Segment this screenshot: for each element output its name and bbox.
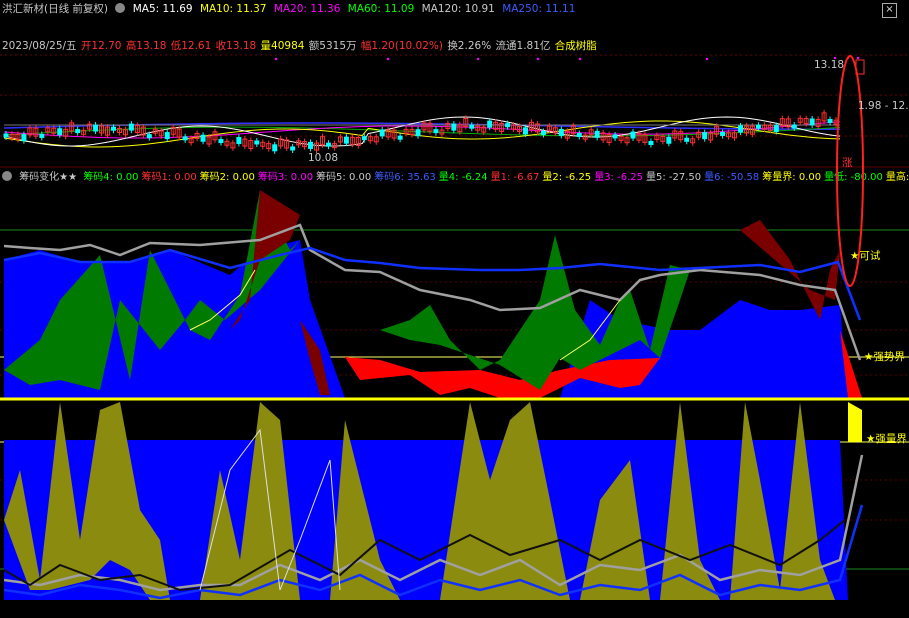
candle-body	[21, 134, 27, 142]
price-right-label: 1.98 - 12.	[858, 100, 909, 112]
candle-body	[75, 129, 81, 134]
candle-body	[594, 130, 600, 138]
candle-body	[773, 125, 779, 133]
zhang-label: 涨	[842, 157, 853, 169]
candle-body	[397, 135, 403, 140]
signal-dot	[578, 57, 582, 61]
candle-body	[433, 129, 439, 134]
candle-body	[684, 137, 690, 142]
signal-dot	[856, 56, 860, 60]
signal-dot	[274, 57, 278, 61]
candle-body	[200, 134, 206, 142]
candle-body	[3, 133, 9, 138]
candle-body	[612, 134, 618, 139]
candle-body	[308, 141, 314, 149]
candle-body	[666, 136, 672, 144]
candle-body	[648, 140, 654, 145]
candle-body	[110, 126, 116, 131]
candle-body	[290, 146, 296, 151]
candle-body	[218, 139, 224, 144]
candle-body	[415, 129, 421, 137]
candle-body	[791, 124, 797, 129]
candle-body	[39, 133, 45, 138]
ke-shi-label: ★可试	[850, 250, 881, 262]
signal-dot	[705, 57, 709, 61]
candle-body	[558, 128, 564, 136]
candle-body	[93, 124, 99, 132]
candle-body	[272, 144, 278, 152]
candle-body	[361, 136, 367, 141]
candle-body	[523, 127, 529, 135]
candle-body	[720, 131, 726, 136]
yellow-area	[848, 402, 862, 442]
candle-body	[128, 123, 134, 131]
candle-body	[505, 123, 511, 128]
candle-body	[325, 142, 331, 147]
candle-body	[236, 137, 242, 145]
candle-body	[576, 132, 582, 137]
candle-body	[146, 134, 152, 139]
candle-body	[487, 120, 493, 128]
price-high-label: 13.18	[814, 59, 845, 71]
candle-body	[540, 131, 546, 136]
candle-body	[182, 136, 188, 141]
candle-body	[737, 125, 743, 133]
candle-body	[379, 129, 385, 137]
candle-body	[469, 124, 475, 129]
candle-body	[451, 123, 457, 131]
signal-dot	[476, 57, 480, 61]
chart-canvas[interactable]	[0, 0, 909, 618]
candle-body	[164, 132, 170, 140]
qiang-shi-label: ★强势界	[864, 351, 905, 363]
candle-body	[57, 128, 63, 136]
qiang-liang-label: ★强量界	[866, 433, 907, 445]
candle-body	[755, 124, 761, 129]
candle-body	[809, 118, 815, 126]
candle-body	[254, 140, 260, 145]
signal-dot	[536, 57, 540, 61]
candle-body	[343, 136, 349, 144]
candle-body	[702, 132, 708, 140]
candle-body	[630, 131, 636, 139]
price-low-label: 10.08	[308, 152, 339, 164]
signal-dot	[386, 57, 390, 61]
candle-body	[827, 118, 833, 123]
